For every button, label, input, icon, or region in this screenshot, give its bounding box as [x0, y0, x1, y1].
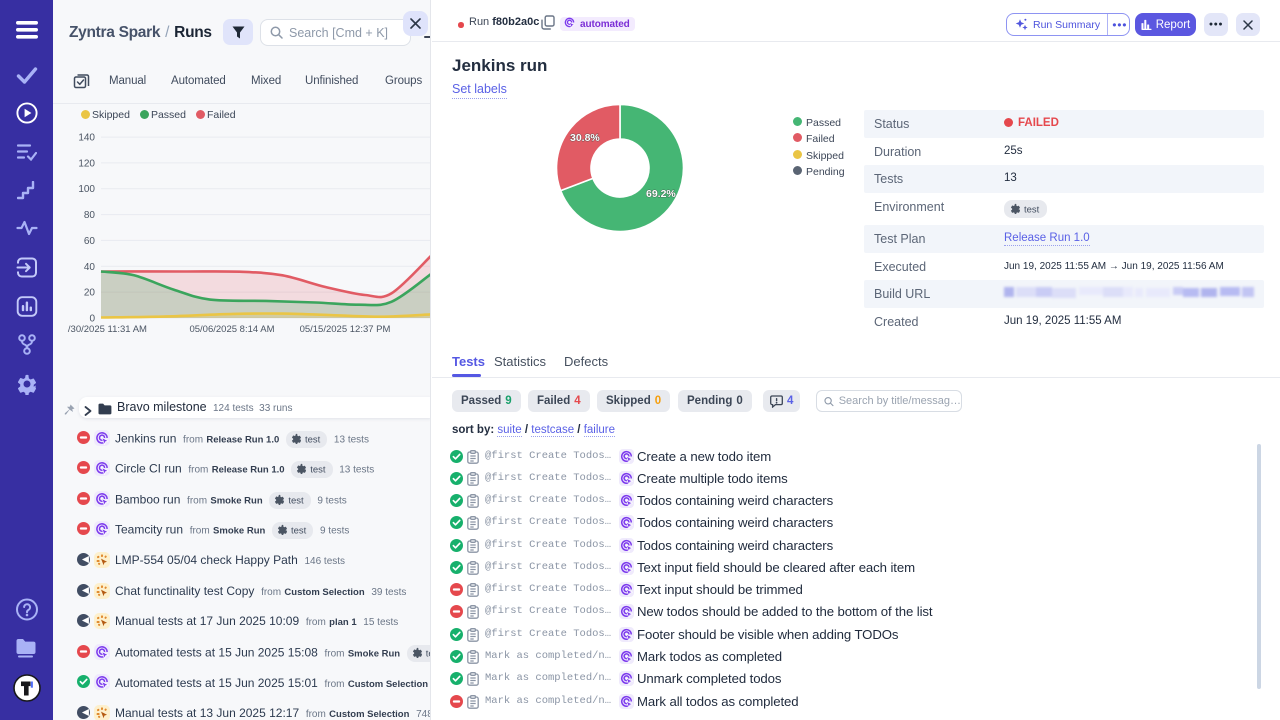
svg-text:05/06/2025 8:14 AM: 05/06/2025 8:14 AM — [189, 324, 274, 335]
svg-text:80: 80 — [84, 210, 96, 221]
svg-text:0: 0 — [89, 314, 95, 325]
svg-text:05/15/2025 12:37 PM: 05/15/2025 12:37 PM — [300, 324, 391, 335]
svg-text:100: 100 — [78, 184, 95, 195]
svg-text:69.2%: 69.2% — [646, 188, 676, 200]
svg-text:60: 60 — [84, 236, 96, 247]
svg-text:140: 140 — [78, 133, 95, 144]
svg-text:/30/2025 11:31 AM: /30/2025 11:31 AM — [66, 324, 147, 335]
svg-text:40: 40 — [84, 262, 96, 273]
svg-text:30.8%: 30.8% — [570, 132, 600, 144]
svg-text:20: 20 — [84, 288, 96, 299]
svg-text:120: 120 — [78, 158, 95, 169]
